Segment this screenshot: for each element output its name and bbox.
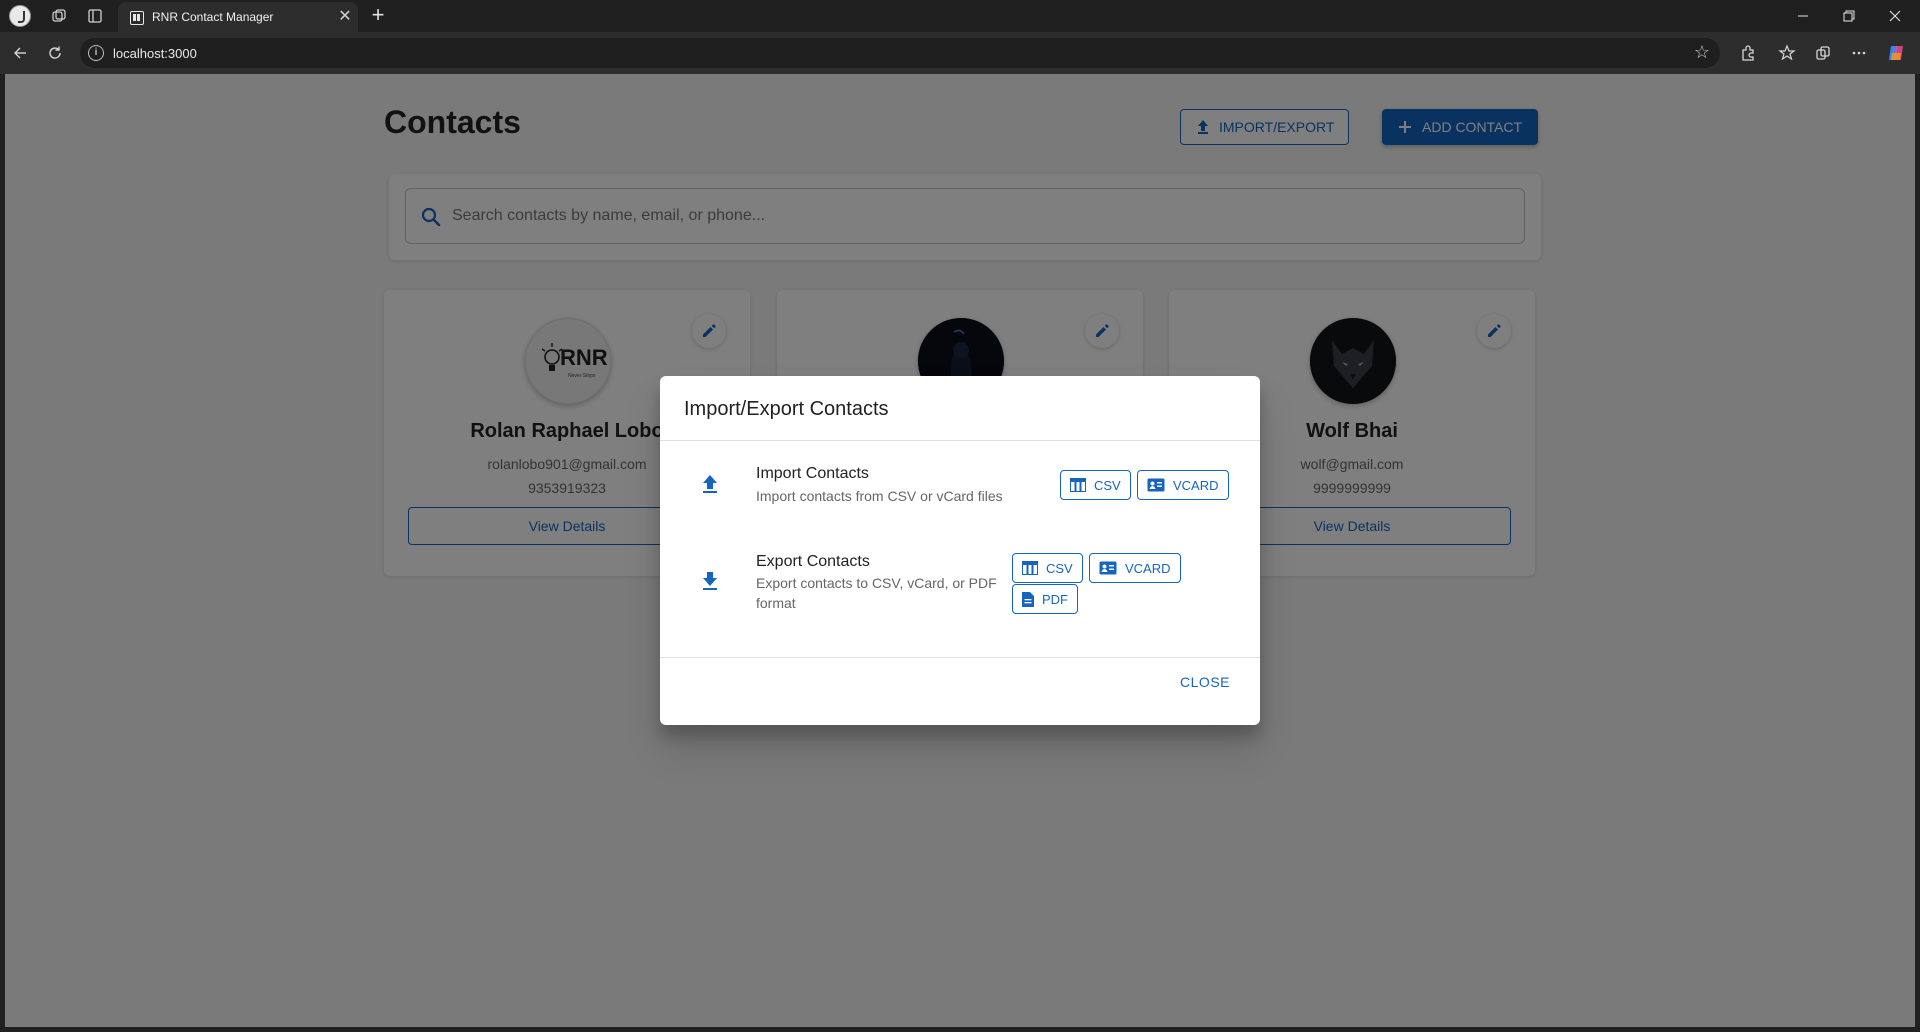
export-vcard-button[interactable]: VCARD <box>1089 553 1181 583</box>
export-contacts-title: Export Contacts <box>756 553 870 570</box>
reload-icon[interactable] <box>43 41 67 65</box>
vertical-tabs-icon[interactable] <box>83 4 107 28</box>
tab-favicon-icon <box>130 11 144 25</box>
favorites-icon[interactable] <box>1775 41 1799 65</box>
import-contacts-description: Import contacts from CSV or vCard files <box>756 488 1003 504</box>
more-options-icon[interactable] <box>1847 41 1871 65</box>
import-csv-label: CSV <box>1094 477 1121 493</box>
import-contacts-title: Import Contacts <box>756 465 869 482</box>
upload-icon <box>703 475 717 493</box>
dialog-title: Import/Export Contacts <box>684 398 889 420</box>
site-info-icon[interactable]: i <box>88 45 104 61</box>
download-icon <box>703 572 717 590</box>
document-icon <box>1022 591 1034 607</box>
minimize-icon[interactable] <box>1780 0 1826 32</box>
close-window-icon[interactable] <box>1872 0 1918 32</box>
import-csv-button[interactable]: CSV <box>1060 470 1131 500</box>
workspaces-icon[interactable] <box>47 4 71 28</box>
table-icon <box>1022 561 1038 575</box>
contact-card-icon <box>1147 478 1165 492</box>
import-vcard-button[interactable]: VCARD <box>1137 470 1229 500</box>
tab-title: RNR Contact Manager <box>152 10 274 24</box>
contact-card-icon <box>1099 561 1117 575</box>
browser-toolbar: i localhost:3000 ☆ <box>0 32 1920 74</box>
restore-icon[interactable] <box>1826 0 1872 32</box>
collections-icon[interactable] <box>1811 41 1835 65</box>
url-text: localhost:3000 <box>113 46 197 61</box>
export-contacts-description: Export contacts to CSV, vCard, or PDF fo… <box>756 575 997 611</box>
export-vcard-label: VCARD <box>1125 560 1171 576</box>
extensions-icon[interactable] <box>1736 41 1760 65</box>
copilot-icon[interactable] <box>1884 41 1908 65</box>
close-button[interactable]: CLOSE <box>1180 674 1230 690</box>
export-pdf-label: PDF <box>1042 591 1068 607</box>
export-csv-button[interactable]: CSV <box>1012 553 1083 583</box>
table-icon <box>1070 478 1086 492</box>
new-tab-icon[interactable]: + <box>366 4 390 28</box>
favorite-star-icon[interactable]: ☆ <box>1694 42 1710 63</box>
browser-titlebar: RNR Contact Manager ✕ + <box>0 0 1920 32</box>
dialog-divider <box>660 440 1260 441</box>
export-pdf-button[interactable]: PDF <box>1012 584 1078 614</box>
address-bar[interactable]: i localhost:3000 ☆ <box>80 38 1720 68</box>
page-viewport: Contacts IMPORT/EXPORT ADD CONTACT RNR N… <box>5 74 1915 1027</box>
import-export-dialog: Import/Export Contacts Import Contacts I… <box>660 376 1260 725</box>
browser-tab-active[interactable]: RNR Contact Manager ✕ <box>118 2 358 32</box>
dialog-divider <box>660 657 1260 658</box>
profile-avatar[interactable] <box>9 5 31 27</box>
back-icon[interactable] <box>8 41 32 65</box>
tab-close-icon[interactable]: ✕ <box>336 8 354 26</box>
import-vcard-label: VCARD <box>1173 477 1219 493</box>
export-csv-label: CSV <box>1046 560 1073 576</box>
